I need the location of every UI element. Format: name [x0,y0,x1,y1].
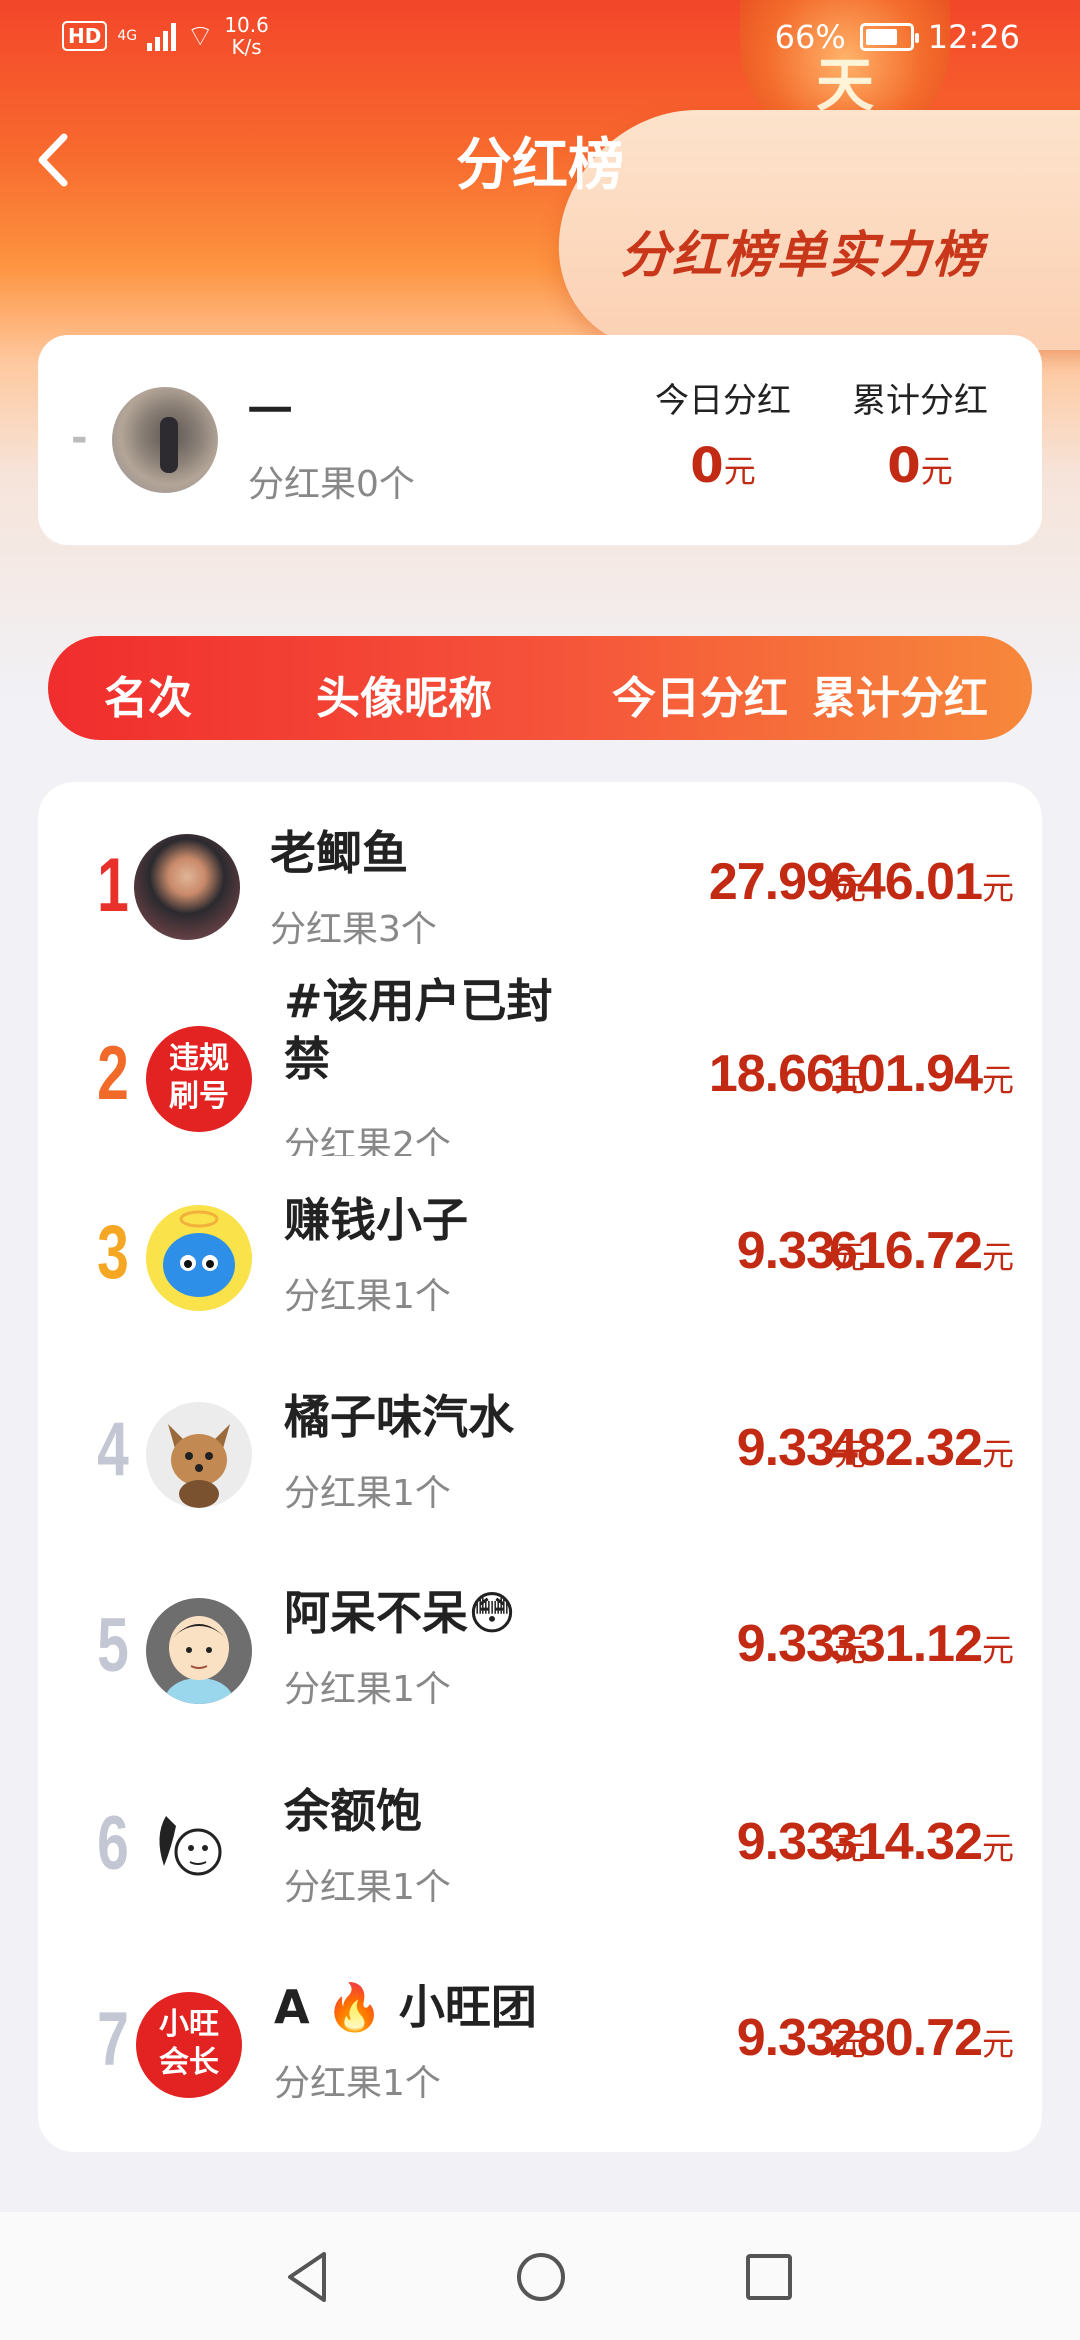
my-fruit-count: 分红果0个 [248,464,415,505]
nav-recents-button[interactable] [734,2242,804,2312]
total-dividend: 280.72元 [828,2009,1014,2067]
list-item[interactable]: 1 老鲫鱼 分红果3个 27.99元 646.01元 [38,802,1042,982]
my-avatar[interactable] [112,387,218,493]
my-rank-card: - 一 分红果0个 今日分红 0元 累计分红 0元 [38,335,1042,545]
hd-badge: HD [62,21,108,51]
user-name: 橘子味汽水 [284,1390,514,1444]
rank-number: 6 [97,1801,129,1886]
avatar[interactable]: 小旺 会长 [136,1992,242,2098]
signal-icon [147,21,177,51]
fruit-count: 分红果1个 [284,1669,451,1710]
fruit-count: 分红果1个 [274,2063,441,2104]
avatar[interactable] [134,834,240,940]
my-total-dividend: 累计分红 0元 [852,381,988,494]
my-rank: - [71,415,88,461]
list-item[interactable]: 5 阿呆不呆😳 分红果1个 9.33元 331.12元 [38,1568,1042,1748]
total-dividend: 616.72元 [828,1222,1014,1280]
cartoon-boy-icon [165,1616,233,1704]
fruit-count: 分红果1个 [284,1867,451,1908]
blob-character-icon [163,1210,235,1297]
nav-back-button[interactable] [274,2242,344,2312]
col-today: 今日分红 [612,673,788,724]
battery-icon [859,23,919,51]
user-name: 阿呆不呆😳 [284,1586,516,1640]
fruit-count: 分红果1个 [284,1276,451,1317]
rank-number: 3 [97,1210,129,1295]
triangle-back-icon [288,2252,326,2302]
total-dividend: 331.12元 [828,1615,1014,1673]
user-name: 赚钱小子 [284,1193,468,1247]
system-nav-bar [0,2212,1080,2340]
square-recents-icon [746,2254,792,2300]
list-item[interactable]: 7 小旺 会长 A 🔥 小旺团 分红果1个 9.33元 280.72元 [38,1962,1042,2142]
clock: 12:26 [927,18,1020,56]
rank-number: 4 [97,1407,129,1492]
network-speed: 10.6 K/s [224,13,269,59]
total-dividend: 314.32元 [828,1813,1014,1871]
banned-badge-avatar[interactable]: 违规 刷号 [146,1026,252,1132]
list-item[interactable]: 2 违规 刷号 #该用户已封 禁 分红果2个 18.66元 101.94元 [38,974,1042,1172]
user-name: A 🔥 小旺团 [274,1980,537,2034]
list-item[interactable]: 6 余额饱 分红果1个 9.33元 314.32元 [38,1766,1042,1946]
banner-text: 分红榜单实力榜 [620,226,984,284]
rank-number: 2 [97,1031,129,1116]
page-title: 分红榜 [456,133,624,198]
col-total: 累计分红 [812,673,988,724]
list-item[interactable]: 4 橘子味汽水 分红果1个 9.33元 482.32元 [38,1372,1042,1552]
total-dividend: 101.94元 [828,1045,1014,1103]
dog-icon [168,1424,230,1508]
list-item[interactable]: 3 赚钱小子 分红果1个 9.33元 616.72元 [38,1177,1042,1357]
fruit-count: 分红果3个 [270,909,437,950]
circle-home-icon [517,2253,565,2301]
total-dividend: 646.01元 [828,853,1014,911]
column-header: 名次 头像昵称 今日分红 累计分红 [48,636,1032,740]
avatar[interactable] [146,1598,252,1704]
leaderboard-list: 1 老鲫鱼 分红果3个 27.99元 646.01元 2 违规 刷号 #该用户已… [38,782,1042,2152]
my-name: 一 [248,386,292,437]
col-user: 头像昵称 [316,673,492,724]
fruit-count: 分红果1个 [284,1473,451,1514]
rank-number: 7 [97,1997,129,2082]
battery-percent: 66% [774,18,846,56]
user-name: 余额饱 [284,1784,422,1838]
rank-number: 5 [97,1603,129,1688]
network-type: 4G [117,28,138,44]
wifi-icon: ⌔ [186,19,215,54]
rank-number: 1 [97,843,129,928]
nav-home-button[interactable] [506,2242,576,2312]
user-name: 老鲫鱼 [270,826,408,880]
fruit-count: 分红果2个 [284,1125,451,1156]
user-name: #该用户已封 禁 [284,974,553,1086]
avatar[interactable] [146,1796,252,1902]
total-dividend: 482.32元 [828,1419,1014,1477]
col-rank: 名次 [104,673,192,724]
avatar[interactable] [146,1205,252,1311]
avatar[interactable] [146,1402,252,1508]
sketch-face-icon [159,1816,222,1876]
my-today-dividend: 今日分红 0元 [655,381,791,494]
status-bar: HD 4G ⌔ 10.6 K/s 66% 12:26 [0,0,1080,72]
